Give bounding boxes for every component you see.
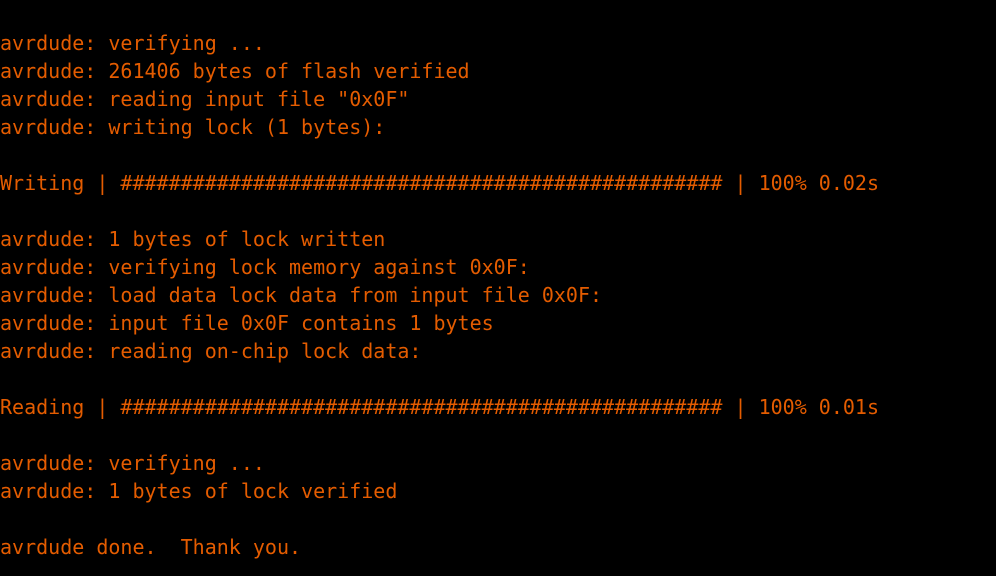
output-line: avrdude: load data lock data from input …: [0, 283, 603, 307]
output-line: avrdude: verifying lock memory against 0…: [0, 255, 530, 279]
output-line: avrdude: 261406 bytes of flash verified: [0, 59, 470, 83]
output-line: avrdude: 1 bytes of lock written: [0, 227, 386, 251]
output-line: avrdude: writing lock (1 bytes):: [0, 115, 386, 139]
output-line: avrdude: reading input file "0x0F": [0, 87, 410, 111]
reading-progress-line: Reading | ##############################…: [0, 395, 879, 419]
writing-progress-line: Writing | ##############################…: [0, 171, 879, 195]
output-line: avrdude: verifying ...: [0, 451, 265, 475]
output-line: avrdude: verifying ...: [0, 31, 265, 55]
done-line: avrdude done. Thank you.: [0, 535, 302, 559]
terminal-output[interactable]: avrdude: verifying ... avrdude: 261406 by…: [0, 29, 996, 561]
output-line: avrdude: input file 0x0F contains 1 byte…: [0, 311, 494, 335]
output-line: avrdude: reading on-chip lock data:: [0, 339, 422, 363]
output-line: avrdude: 1 bytes of lock verified: [0, 479, 398, 503]
